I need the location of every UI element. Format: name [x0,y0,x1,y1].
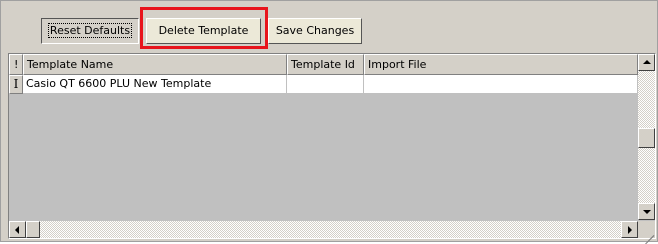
delete-template-label: Delete Template [158,24,249,37]
template-grid[interactable]: ! Template Name Template Id Import File … [8,53,656,244]
scroll-left-arrow-icon [15,226,19,234]
row-selector[interactable]: I [9,75,23,94]
cell-template-id[interactable] [287,75,364,94]
column-header-indicator[interactable]: ! [9,54,23,75]
size-grip-icon[interactable] [638,221,655,244]
vertical-scrollbar[interactable] [638,54,655,220]
vertical-scroll-thumb[interactable] [638,128,655,148]
scroll-right-button[interactable] [621,221,638,238]
cell-import-file[interactable] [364,75,638,94]
save-changes-label: Save Changes [275,24,355,37]
scroll-down-arrow-icon [643,210,651,214]
template-window: Reset Defaults Delete Template Save Chan… [0,0,658,244]
column-header-import-file[interactable]: Import File [364,54,638,75]
horizontal-scrollbar[interactable] [9,221,638,238]
cell-template-name[interactable]: Casio QT 6600 PLU New Template [23,75,287,94]
scroll-up-arrow-icon [643,60,651,64]
horizontal-scroll-thumb[interactable] [26,221,40,238]
reset-defaults-label: Reset Defaults [47,23,133,38]
scroll-up-button[interactable] [638,54,655,71]
delete-template-button[interactable]: Delete Template [146,18,261,44]
column-header-template-name[interactable]: Template Name [23,54,287,75]
scroll-right-arrow-icon [628,226,632,234]
text-cursor-icon: I [13,77,19,91]
scroll-left-button[interactable] [9,221,26,238]
toolbar: Reset Defaults Delete Template Save Chan… [1,1,657,49]
reset-defaults-button[interactable]: Reset Defaults [41,18,139,44]
column-header-template-id[interactable]: Template Id [287,54,364,75]
scroll-down-button[interactable] [638,203,655,220]
save-changes-button[interactable]: Save Changes [268,18,362,44]
